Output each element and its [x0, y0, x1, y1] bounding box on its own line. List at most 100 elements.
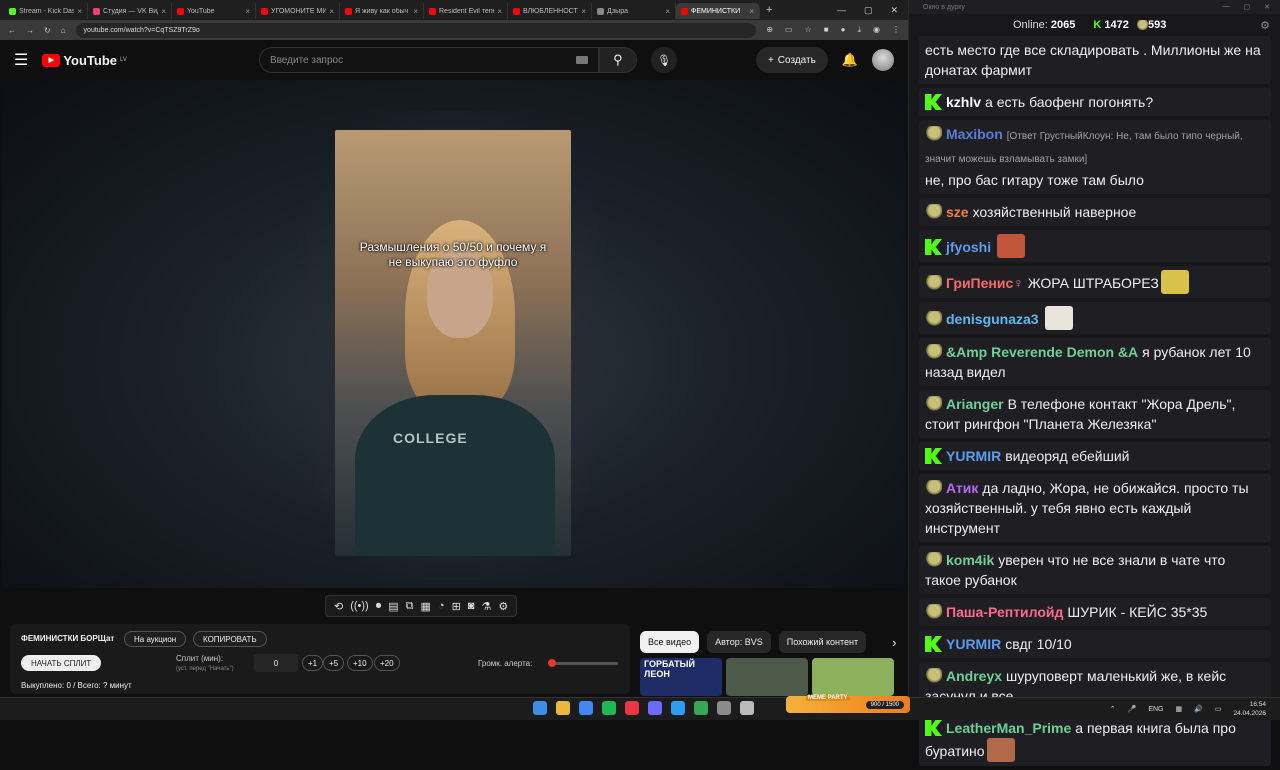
related-thumbnail[interactable] [812, 658, 894, 696]
taskbar-app-icon[interactable] [648, 701, 662, 715]
url-field[interactable]: youtube.com/watch?v=CqTSZ9TrZ9o [75, 22, 757, 38]
increment-button[interactable]: +20 [374, 655, 400, 671]
chat-username[interactable]: YURMIR [946, 636, 1001, 652]
tab-8[interactable]: ФЕМИНИСТКИ × [676, 3, 760, 19]
tab-5[interactable]: Resident Evil тепе × [424, 3, 508, 19]
close-icon[interactable]: ✕ [890, 5, 898, 16]
tab-close-icon[interactable]: × [77, 7, 82, 16]
video-player[interactable]: COLLEGE Размышления о 50/50 и почему я н… [2, 80, 906, 588]
settings-gear-icon[interactable]: ⚙ [1260, 19, 1280, 32]
subtitles-icon[interactable]: ▦ [421, 600, 431, 613]
taskbar-app-icon[interactable] [602, 701, 616, 715]
clock[interactable]: 16:54 24.04.2026 [1233, 700, 1266, 718]
meme-party-widget[interactable]: MEME PARTY 900 / 1500 [786, 695, 910, 713]
chat-username[interactable]: kom4ik [946, 552, 994, 568]
chat-username[interactable]: LeatherMan_Prime [946, 720, 1071, 736]
speed-icon[interactable]: ◔ [438, 600, 445, 612]
taskbar-app-icon[interactable] [717, 701, 731, 715]
menu-dots-icon[interactable]: ⋮ [892, 25, 900, 35]
home-icon[interactable]: ⌂ [61, 26, 66, 35]
pip-icon[interactable]: ⧉ [406, 600, 414, 613]
new-tab-button[interactable]: + [766, 4, 772, 16]
chat-username[interactable]: Атик [946, 480, 978, 496]
maximize-icon[interactable]: ▢ [1244, 3, 1251, 11]
loop-icon[interactable]: ⟲ [334, 600, 343, 613]
forward-icon[interactable]: → [26, 26, 34, 35]
notifications-bell-icon[interactable]: 🔔 [842, 52, 858, 68]
tab-close-icon[interactable]: × [749, 7, 754, 16]
tab-0[interactable]: Stream - Kick Dash × [4, 3, 88, 19]
chat-username[interactable]: Паша-Рептилойд [946, 604, 1063, 620]
filter-chip-similar[interactable]: Похожий контент [778, 631, 867, 653]
voice-search-button[interactable]: 🎙 [650, 47, 677, 73]
broadcast-icon[interactable]: ((•)) [350, 600, 369, 612]
chat-username[interactable]: kzhlv [946, 94, 981, 110]
clip-icon[interactable]: ▤ [388, 600, 398, 613]
chat-username[interactable]: YURMIR [946, 448, 1001, 464]
network-icon[interactable]: ▦ [1175, 705, 1182, 713]
increment-button[interactable]: +1 [302, 655, 324, 671]
keyboard-icon[interactable] [575, 56, 588, 64]
tab-2[interactable]: YouTube × [172, 3, 256, 19]
bookmark-star-icon[interactable]: ☆ [805, 25, 812, 35]
chat-username[interactable]: Maxibon [946, 126, 1003, 142]
split-minutes-input[interactable]: 0 [254, 654, 298, 672]
increment-button[interactable]: +10 [347, 655, 373, 671]
copy-button[interactable]: КОПИРОВАТЬ [193, 631, 267, 647]
filter-chip-author[interactable]: Автор: BVS [707, 631, 771, 653]
battery-icon[interactable]: ▭ [1215, 705, 1222, 713]
tab-close-icon[interactable]: × [581, 7, 586, 16]
screenshot-icon[interactable]: ◙ [468, 600, 475, 612]
minimize-icon[interactable]: — [837, 5, 846, 16]
tab-close-icon[interactable]: × [329, 7, 334, 16]
tray-chevron-icon[interactable]: ⌃ [1110, 705, 1116, 713]
tab-close-icon[interactable]: × [245, 7, 250, 16]
tab-6[interactable]: ВЛЮБЛЕННОСТЬ × [508, 3, 592, 19]
tab-close-icon[interactable]: × [413, 7, 418, 16]
chat-username[interactable]: denisgunaza3 [946, 311, 1039, 327]
auction-button[interactable]: На аукцион [124, 631, 187, 647]
chat-username[interactable]: Arianger [946, 396, 1004, 412]
tab-close-icon[interactable]: × [161, 7, 166, 16]
chat-username[interactable]: &Amp Reverende Demon &A [946, 344, 1138, 360]
start-menu-icon[interactable] [533, 701, 547, 715]
chevron-right-icon[interactable]: › [892, 635, 896, 650]
zoom-icon[interactable]: ⊕ [766, 25, 773, 35]
cast-icon[interactable]: ▭ [785, 25, 793, 35]
taskbar-app-icon[interactable] [740, 701, 754, 715]
reload-icon[interactable]: ↻ [44, 26, 51, 35]
frame-icon[interactable]: ⊞ [452, 600, 461, 613]
avatar[interactable] [872, 49, 894, 71]
taskbar-app-icon[interactable] [579, 701, 593, 715]
taskbar-app-icon[interactable] [671, 701, 685, 715]
taskbar-app-icon[interactable] [625, 701, 639, 715]
download-icon[interactable]: ⤓ [857, 25, 861, 35]
tab-4[interactable]: Я живу как обыч × [340, 3, 424, 19]
related-thumbnail[interactable] [726, 658, 808, 696]
filter-chip-all[interactable]: Все видео [640, 631, 700, 653]
increment-button[interactable]: +5 [323, 655, 345, 671]
extension-icon[interactable]: ■ [824, 25, 829, 35]
related-thumbnail[interactable]: ГОРБАТЫЙ ЛЕОН [640, 658, 722, 696]
back-icon[interactable]: ← [8, 26, 16, 35]
hamburger-menu-icon[interactable]: ☰ [14, 50, 28, 70]
screen-record-icon[interactable]: ⏺ [376, 600, 382, 613]
tab-3[interactable]: УГОМОНИТЕ МИ × [256, 3, 340, 19]
chat-username[interactable]: sze [946, 204, 969, 220]
search-button[interactable]: ⚲ [598, 47, 637, 73]
settings-icon[interactable]: ⚙ [498, 600, 508, 613]
youtube-logo[interactable]: ▶ YouTube LV [42, 53, 127, 68]
chat-username[interactable]: jfyoshi [946, 239, 991, 255]
tab-1[interactable]: Студия — VK Вид × [88, 3, 172, 19]
taskbar-app-icon[interactable] [694, 701, 708, 715]
start-split-button[interactable]: НАЧАТЬ СПЛИТ [21, 655, 102, 671]
language-indicator[interactable]: ENG [1148, 706, 1163, 713]
taskbar-app-icon[interactable] [556, 701, 570, 715]
volume-icon[interactable]: 🔊 [1194, 705, 1203, 713]
alert-volume-slider[interactable] [547, 659, 618, 667]
maximize-icon[interactable]: ▢ [864, 5, 873, 16]
lab-icon[interactable]: ⚗ [481, 600, 491, 613]
profile-icon[interactable]: ◉ [873, 25, 880, 35]
search-input[interactable]: Введите запрос [258, 47, 599, 73]
create-button[interactable]: + Создать [755, 47, 828, 73]
